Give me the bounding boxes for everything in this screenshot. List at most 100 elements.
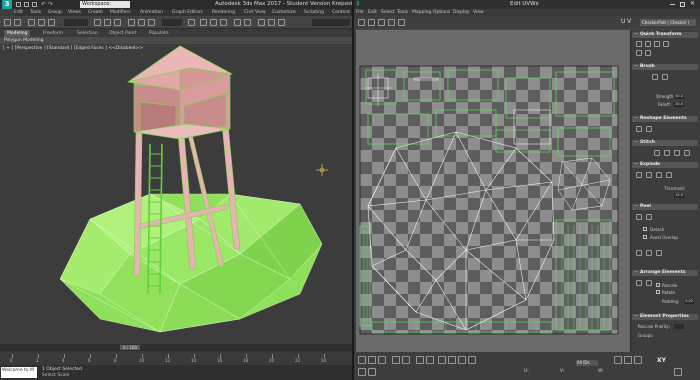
select-icon[interactable] [94, 19, 101, 26]
relax-brush-icon[interactable] [662, 74, 668, 80]
tab-freeform[interactable]: Freeform [40, 30, 66, 37]
zoom-icon[interactable] [448, 356, 456, 364]
padding-spinner[interactable]: 0.02 [684, 299, 694, 304]
menu-group[interactable]: Group [48, 9, 62, 16]
options-icon[interactable] [674, 368, 682, 376]
maxscript-listener[interactable]: Welcome to M [1, 367, 37, 378]
ring-icon[interactable] [426, 356, 434, 364]
rollout-stitch[interactable]: − Stitch [632, 140, 698, 146]
rotate-checkbox[interactable] [656, 290, 660, 294]
stitch-average-icon[interactable] [684, 150, 690, 156]
pack-custom-icon[interactable] [646, 280, 652, 286]
zoom-extents-icon[interactable] [468, 356, 476, 364]
lock-icon[interactable] [368, 368, 376, 376]
viewport-label[interactable]: [ + ] [Perspective ] [Standard ] [Edged … [3, 46, 143, 51]
bind-icon[interactable] [48, 19, 55, 26]
peel-mode-icon[interactable] [646, 214, 652, 220]
menu-edit[interactable]: Edit [14, 9, 23, 16]
move-icon[interactable] [128, 19, 135, 26]
rollout-arrange-elements[interactable]: − Arrange Elements [632, 270, 698, 276]
zoom-region-icon[interactable] [458, 356, 466, 364]
open-icon[interactable] [24, 2, 29, 7]
rollout-peel[interactable]: − Peel [632, 204, 698, 210]
save-icon[interactable] [32, 2, 37, 7]
light-gizmo[interactable] [316, 164, 328, 176]
rescale-priority-field[interactable] [674, 324, 684, 329]
checker-map-dropdown[interactable]: CheckerPatt ( Checker ) [640, 19, 696, 26]
menu-rendering[interactable]: Rendering [212, 9, 235, 16]
rect-select-icon[interactable] [114, 19, 121, 26]
xy-plane-toggle[interactable]: XY [657, 357, 666, 364]
pan-icon[interactable] [438, 356, 446, 364]
detach-checkbox[interactable] [643, 227, 647, 231]
break-icon[interactable] [636, 172, 642, 178]
avoid-overlap-checkbox[interactable] [643, 235, 647, 239]
menu-content[interactable]: Content [332, 9, 350, 16]
select-vertex-icon[interactable] [358, 356, 366, 364]
select-by-name-icon[interactable] [104, 19, 111, 26]
rollout-brush[interactable]: − Brush [632, 64, 698, 70]
uvw-menu-select[interactable]: Select [381, 9, 395, 16]
show-v-icon[interactable]: V [627, 18, 631, 25]
explode-material-icon[interactable] [666, 172, 672, 178]
new-icon[interactable] [16, 2, 21, 7]
uvw-menu-tools[interactable]: Tools [397, 9, 408, 16]
uvw-menu-options[interactable]: Options [433, 9, 450, 16]
mirror-icon[interactable] [398, 19, 405, 26]
maximize-icon[interactable] [680, 2, 685, 7]
rotate-icon[interactable] [138, 19, 145, 26]
grow-selection-icon[interactable] [392, 356, 400, 364]
perspective-viewport[interactable] [0, 44, 352, 344]
tab-populate[interactable]: Populate [146, 30, 172, 37]
uvw-menu-file[interactable]: File [356, 9, 364, 16]
space-v-icon[interactable] [645, 50, 651, 56]
percent-snap-icon[interactable] [220, 19, 227, 26]
polygon-modeling-label[interactable]: Polygon Modeling [4, 37, 44, 44]
ref-coord-dropdown[interactable] [162, 19, 182, 26]
time-slider-thumb[interactable]: 0 / 100 [120, 345, 140, 350]
tab-object-paint[interactable]: Object Paint [106, 30, 139, 37]
loop-icon[interactable] [416, 356, 424, 364]
grid-snap-icon[interactable] [614, 356, 622, 364]
create-selection-set[interactable] [312, 19, 350, 26]
snap-icon[interactable] [200, 19, 207, 26]
falloff-spinner[interactable]: 20.0 [674, 102, 684, 107]
relax-icon[interactable] [646, 126, 652, 132]
redo-icon[interactable]: ↷ [48, 1, 53, 8]
mirror-icon[interactable] [234, 19, 241, 26]
angle-snap-icon[interactable] [210, 19, 217, 26]
menu-civil-view[interactable]: Civil View [244, 9, 266, 16]
select-edge-icon[interactable] [368, 356, 376, 364]
show-u-icon[interactable]: U [621, 18, 625, 25]
select-face-icon[interactable] [378, 356, 386, 364]
scale-icon[interactable] [148, 19, 155, 26]
paint-move-icon[interactable] [652, 74, 658, 80]
stitch-source-icon[interactable] [664, 150, 670, 156]
link-icon[interactable] [28, 19, 35, 26]
layer-icon[interactable] [258, 19, 265, 26]
menu-customize[interactable]: Customize [272, 9, 296, 16]
time-slider-track[interactable] [0, 344, 352, 351]
align-y-icon[interactable] [645, 41, 651, 47]
move-icon[interactable] [358, 19, 365, 26]
material-editor-icon[interactable] [278, 19, 285, 26]
menu-tools[interactable]: Tools [30, 9, 41, 16]
minimize-icon[interactable] [670, 4, 675, 5]
vertex-snap-icon[interactable] [624, 356, 632, 364]
rollout-reshape-elements[interactable]: − Reshape Elements [632, 116, 698, 122]
undo-icon[interactable]: ↶ [41, 1, 46, 8]
track-bar[interactable]: 0 2 4 6 8 10 12 14 16 18 20 22 24 [0, 351, 352, 365]
freeform-icon[interactable] [388, 19, 395, 26]
close-icon[interactable]: ✕ [690, 0, 695, 7]
menu-create[interactable]: Create [88, 9, 103, 16]
pivot-icon[interactable] [188, 19, 195, 26]
align-x-icon[interactable] [636, 41, 642, 47]
rotate-icon[interactable] [368, 19, 375, 26]
strength-spinner[interactable]: 50.0 [674, 94, 684, 99]
align-icon[interactable] [244, 19, 251, 26]
tab-modeling[interactable]: Modeling [4, 30, 31, 37]
selection-filter-dropdown[interactable] [64, 19, 88, 26]
pin-edges-icon[interactable] [656, 250, 662, 256]
weld-icon[interactable] [646, 172, 652, 178]
material-id-filter[interactable]: All IDs [576, 360, 598, 366]
